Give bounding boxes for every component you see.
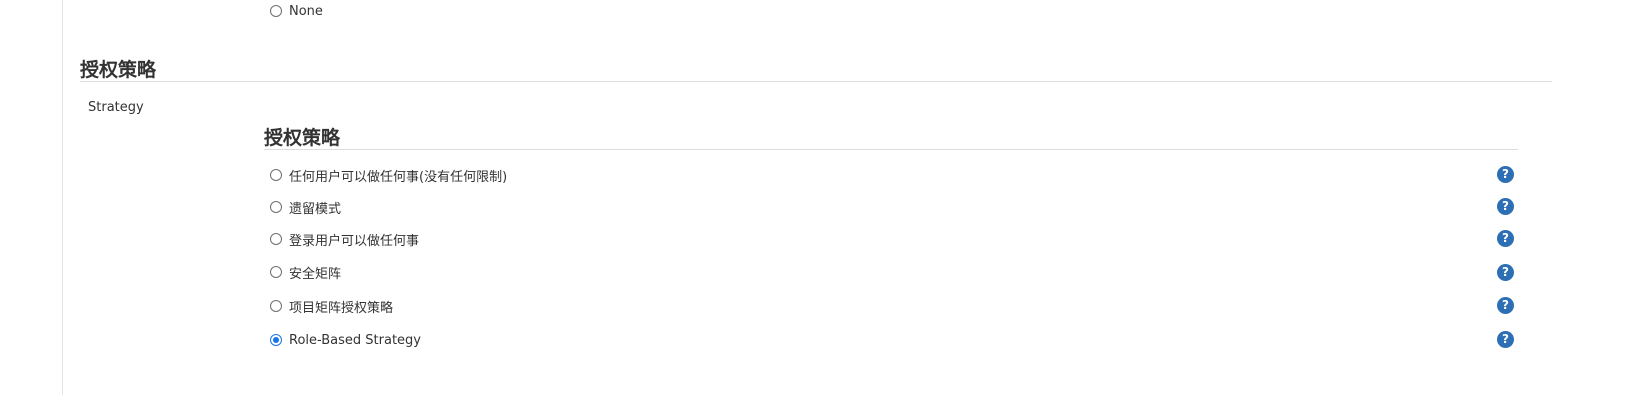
strategy-option-matrix[interactable]: 安全矩阵	[270, 262, 341, 282]
strategy-option-legacy[interactable]: 遗留模式	[270, 197, 341, 217]
strategy-option-label: 安全矩阵	[289, 266, 342, 282]
strategy-option-anyone[interactable]: 任何用户可以做任何事(没有任何限制)	[270, 165, 507, 185]
help-icon[interactable]: ?	[1497, 297, 1514, 314]
radio-anyone[interactable]	[270, 169, 282, 181]
section-divider	[80, 81, 1552, 82]
radio-none[interactable]	[270, 5, 282, 17]
section-title-authorization: 授权策略	[80, 59, 157, 81]
radio-project-matrix[interactable]	[270, 300, 282, 312]
strategy-option-project-matrix[interactable]: 项目矩阵授权策略	[270, 296, 393, 316]
radio-matrix[interactable]	[270, 266, 282, 278]
strategy-option-label: 项目矩阵授权策略	[289, 300, 394, 316]
radio-legacy[interactable]	[270, 201, 282, 213]
left-divider	[62, 0, 63, 395]
strategy-option-label: 遗留模式	[289, 201, 342, 217]
radio-role-based[interactable]	[270, 334, 282, 346]
help-icon[interactable]: ?	[1497, 166, 1514, 183]
strategy-option-label: 任何用户可以做任何事(没有任何限制)	[289, 169, 508, 185]
help-icon[interactable]: ?	[1497, 198, 1514, 215]
radio-label-none: None	[289, 3, 323, 19]
strategy-option-label: Role-Based Strategy	[289, 332, 421, 348]
strategy-group-title: 授权策略	[264, 127, 341, 149]
help-icon[interactable]: ?	[1497, 264, 1514, 281]
radio-logged-in[interactable]	[270, 233, 282, 245]
strategy-option-label: 登录用户可以做任何事	[289, 233, 420, 249]
radio-row-none[interactable]: None	[270, 1, 323, 21]
strategy-field-label: Strategy	[88, 100, 144, 115]
strategy-option-logged-in[interactable]: 登录用户可以做任何事	[270, 229, 419, 249]
help-icon[interactable]: ?	[1497, 230, 1514, 247]
help-icon[interactable]: ?	[1497, 331, 1514, 348]
strategy-group-divider	[264, 149, 1518, 150]
strategy-option-role-based[interactable]: Role-Based Strategy	[270, 330, 421, 350]
